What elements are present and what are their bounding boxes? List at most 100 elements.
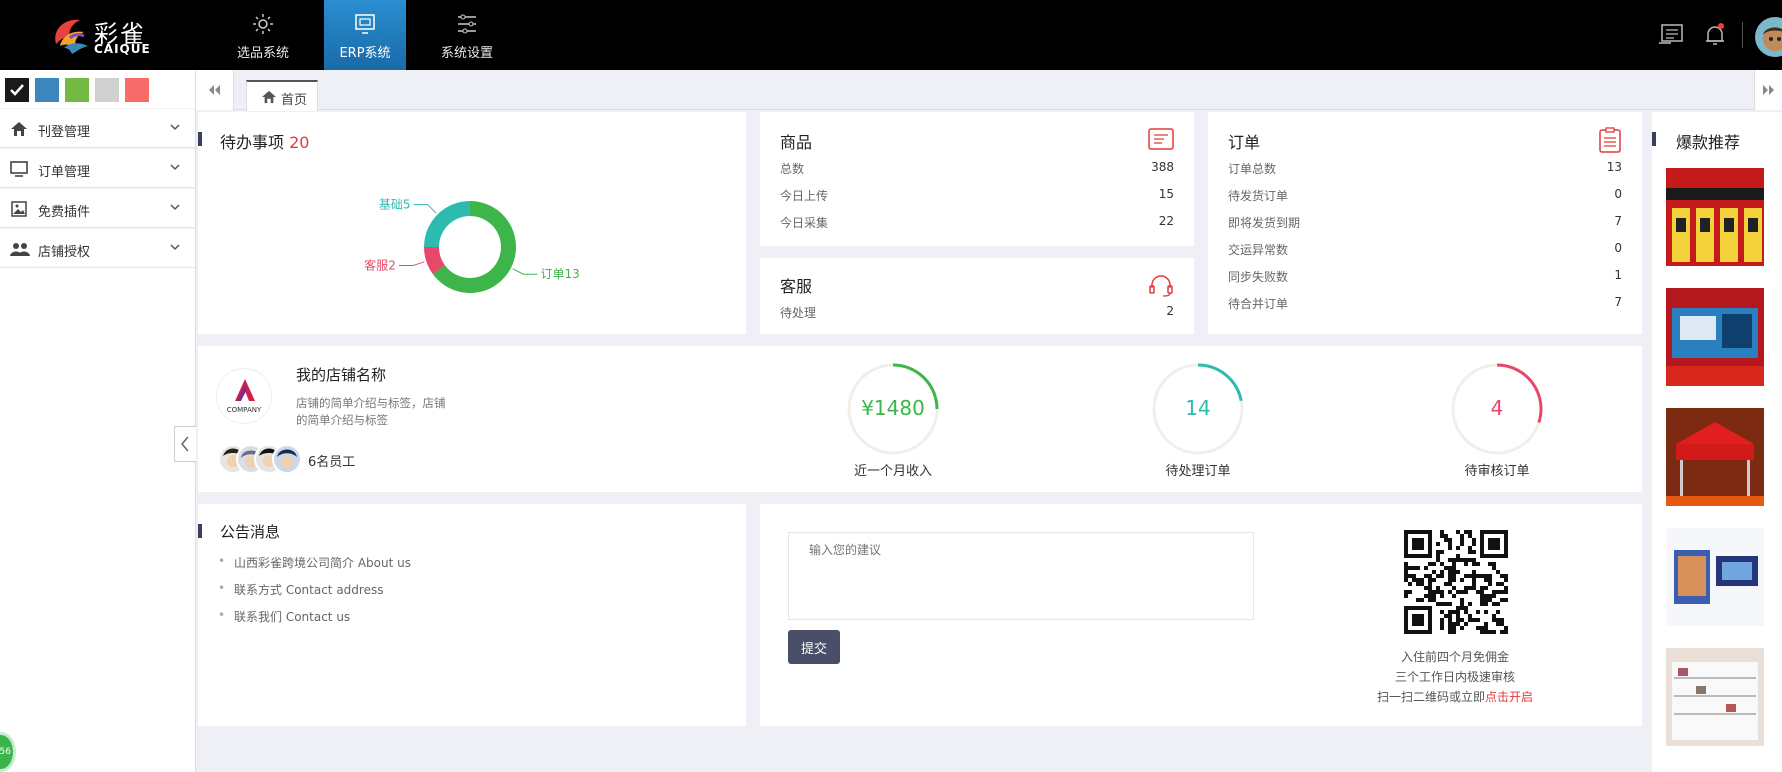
clipboard-list-icon[interactable]	[1598, 127, 1622, 153]
qr-module	[1472, 538, 1476, 542]
qr-module	[1404, 578, 1408, 582]
qr-module	[1440, 618, 1444, 622]
notice-link[interactable]: 山西彩雀跨境公司简介 About us	[218, 554, 411, 571]
theme-swatch-green[interactable]	[65, 78, 89, 102]
qr-module	[1480, 586, 1484, 590]
qr-module	[1468, 602, 1472, 606]
monitor-icon	[10, 161, 28, 177]
orders-stat-row: 同步失败数 1	[1228, 268, 1622, 288]
document-lines-icon[interactable]	[1148, 128, 1174, 152]
goods-stat-row: 今日上传 15	[780, 187, 1174, 207]
todo-donut-chart: 订单13 客服2 基础5	[364, 198, 580, 293]
qr-module	[1420, 582, 1424, 586]
submit-button[interactable]: 提交	[788, 630, 840, 664]
qr-module	[1484, 574, 1488, 578]
stat-value: 0	[1614, 187, 1622, 201]
sidebar-item-shop-auth[interactable]: 店铺授权	[0, 228, 195, 268]
qr-finder	[1488, 538, 1500, 550]
goods-card: 商品 总数 388 今日上传 15 今日采集 22	[760, 112, 1194, 246]
nav-item-erp[interactable]: ERP系统	[324, 0, 406, 70]
qr-module	[1408, 582, 1412, 586]
tab-bar: 首页	[196, 70, 1782, 111]
theme-swatch-blue[interactable]	[35, 78, 59, 102]
notice-link[interactable]: 联系方式 Contact address	[218, 581, 384, 598]
suggestion-input[interactable]	[788, 532, 1254, 620]
headset-icon[interactable]	[1148, 272, 1174, 298]
sidebar-item-free-plugins[interactable]: 免费插件	[0, 188, 195, 228]
qr-module	[1440, 610, 1444, 614]
sidebar-collapse-button[interactable]	[174, 426, 196, 462]
qr-module	[1436, 590, 1440, 594]
qr-module	[1488, 598, 1492, 602]
pending-orders-ring: 14	[1151, 362, 1245, 456]
qr-module	[1488, 630, 1492, 634]
bell-icon[interactable]	[1702, 22, 1728, 48]
qr-module	[1504, 630, 1508, 634]
qr-text-line: 三个工作日内极速审核	[1394, 670, 1515, 684]
qr-module	[1456, 614, 1460, 618]
qr-module	[1440, 626, 1444, 630]
tab-scroll-right-button[interactable]	[1754, 70, 1782, 110]
qr-module	[1492, 594, 1496, 598]
nav-item-product-selection[interactable]: 选品系统	[222, 0, 304, 70]
notice-link[interactable]: 联系我们 Contact us	[218, 608, 350, 625]
shop-logo[interactable]: COMPANY	[216, 368, 272, 424]
tab-home[interactable]: 首页	[246, 80, 318, 111]
stat-value: 1	[1614, 268, 1622, 282]
orders-title: 订单	[1228, 133, 1261, 152]
company-logo-text: COMPANY	[226, 406, 262, 414]
qr-module	[1440, 570, 1444, 574]
staff-avatars	[218, 444, 304, 474]
check-icon	[10, 84, 24, 96]
logo[interactable]: 彩雀 CAIQUE	[50, 12, 160, 58]
qr-module	[1404, 590, 1408, 594]
theme-swatch-gray[interactable]	[95, 78, 119, 102]
qr-module	[1472, 558, 1476, 562]
home-icon	[11, 122, 27, 136]
qr-module	[1448, 630, 1452, 634]
stat-value: 15	[1158, 187, 1174, 201]
divider	[1742, 22, 1743, 48]
sidebar-item-orders[interactable]: 订单管理	[0, 148, 195, 188]
floating-service-badge[interactable]: 56	[0, 732, 16, 772]
product-thumbnail[interactable]	[1666, 408, 1764, 506]
qr-module	[1500, 582, 1504, 586]
nav-label: 系统设置	[440, 46, 493, 61]
theme-swatch-dark[interactable]	[5, 78, 29, 102]
bird-logo-icon	[55, 19, 88, 54]
tab-scroll-left-button[interactable]	[196, 70, 234, 110]
theme-swatch-red[interactable]	[125, 78, 149, 102]
stat-label: 订单总数	[1228, 162, 1277, 176]
goods-title: 商品	[780, 133, 813, 152]
qr-module	[1472, 578, 1476, 582]
qr-module	[1440, 550, 1444, 554]
qr-module	[1428, 598, 1432, 602]
qr-module	[1472, 582, 1476, 586]
open-now-link[interactable]: 点击开启	[1485, 690, 1533, 704]
qr-module	[1432, 590, 1436, 594]
qr-module	[1416, 582, 1420, 586]
user-avatar[interactable]	[1755, 17, 1782, 57]
qr-finder	[1412, 538, 1424, 550]
nav-item-system-settings[interactable]: 系统设置	[426, 0, 508, 70]
income-ring: ¥1480	[846, 362, 940, 456]
qr-module	[1440, 574, 1444, 578]
product-thumbnail[interactable]	[1666, 288, 1764, 386]
qr-module	[1440, 622, 1444, 626]
sidebar-item-listing[interactable]: 刊登管理	[0, 108, 195, 148]
product-thumbnail[interactable]	[1666, 528, 1764, 626]
qr-module	[1420, 598, 1424, 602]
product-thumbnail[interactable]	[1666, 168, 1764, 266]
qr-module	[1476, 574, 1480, 578]
product-thumbnail[interactable]	[1666, 648, 1764, 746]
qr-module	[1488, 562, 1492, 566]
qr-module	[1456, 530, 1460, 534]
qr-module	[1452, 594, 1456, 598]
qr-module	[1440, 594, 1444, 598]
qr-module	[1440, 562, 1444, 566]
message-list-icon[interactable]	[1658, 22, 1684, 46]
qr-module	[1444, 602, 1448, 606]
notice-card: 公告消息 山西彩雀跨境公司简介 About us 联系方式 Contact ad…	[198, 504, 746, 726]
qr-module	[1436, 550, 1440, 554]
qr-module	[1488, 582, 1492, 586]
